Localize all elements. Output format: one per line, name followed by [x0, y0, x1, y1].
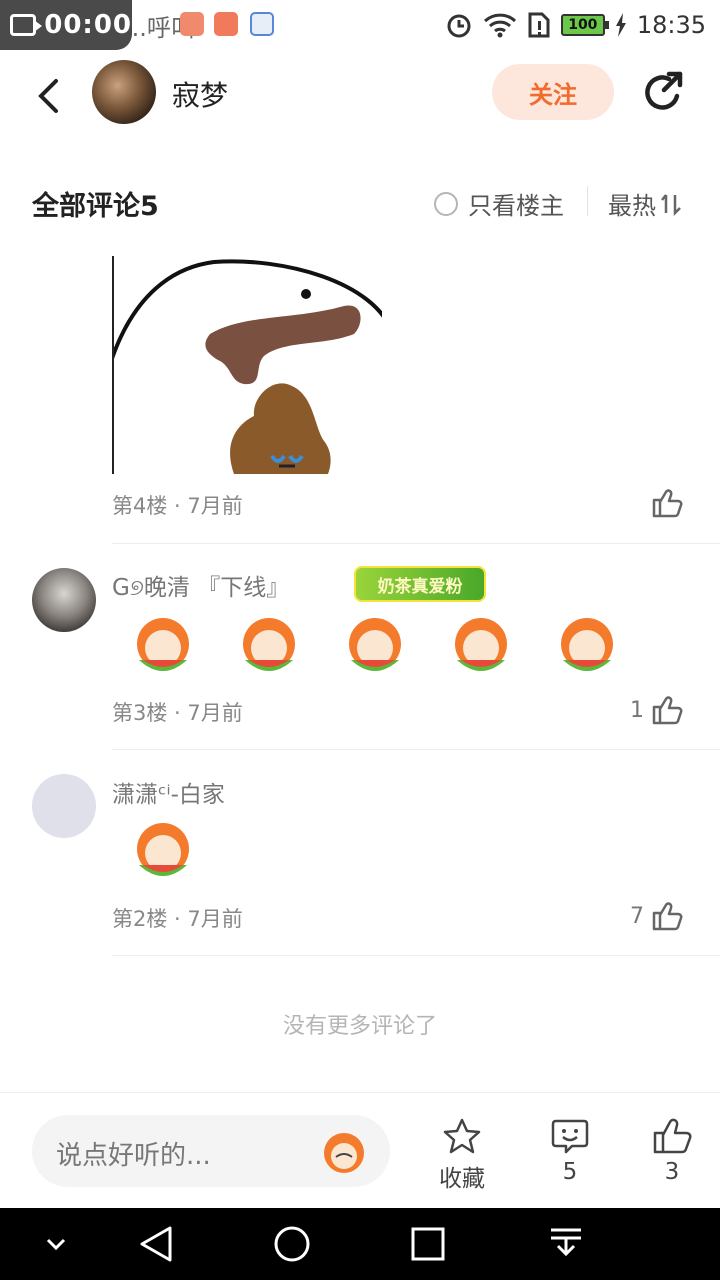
sort-hot-label: 最热	[608, 192, 656, 220]
record-time: 00:00	[44, 10, 132, 40]
status-bar: 飞...呼叫 00:00 100 18:35	[0, 0, 720, 50]
comment-input-placeholder: 说点好听的...	[56, 1141, 211, 1171]
sort-hot-button[interactable]: 最热	[608, 186, 682, 221]
like-count: 3	[664, 1159, 680, 1185]
commenter-avatar[interactable]	[32, 568, 96, 632]
status-right-group: 100 18:35	[445, 8, 706, 42]
like-button[interactable]: 3	[632, 1117, 712, 1185]
mail-notification-icon	[214, 12, 238, 36]
comment-count-button[interactable]: 5	[530, 1117, 610, 1185]
wifi-icon	[483, 13, 516, 38]
charging-icon	[615, 13, 626, 37]
watermelon-cat-emoji	[561, 618, 613, 671]
baidu-notification-icon	[250, 12, 274, 36]
alarm-icon	[447, 14, 471, 38]
sort-arrows-icon	[661, 193, 681, 216]
watermelon-cat-emoji	[349, 618, 401, 671]
battery-indicator: 100	[560, 14, 609, 36]
nav-notifications-icon[interactable]	[546, 1224, 586, 1264]
comment-divider	[112, 543, 720, 544]
nav-recents-icon[interactable]	[408, 1224, 448, 1264]
comment-floor-meta: 第3楼 · 7月前	[112, 701, 243, 725]
comment-count: 5	[562, 1159, 578, 1185]
back-button[interactable]	[28, 72, 68, 120]
author-avatar[interactable]	[92, 60, 156, 124]
commenter-name[interactable]: 潇潇ᶜⁱ-白家	[112, 775, 225, 809]
emoji-picker-icon[interactable]	[316, 1125, 372, 1177]
author-name[interactable]: 寂梦	[172, 74, 228, 114]
comment-floor-meta: 第4楼 · 7月前	[112, 494, 243, 518]
comment-bubble-icon	[551, 1119, 589, 1154]
bottom-bar: 说点好听的... 收藏 5 3	[0, 1092, 720, 1208]
share-icon[interactable]	[640, 70, 686, 116]
screen-record-indicator[interactable]: 00:00	[0, 0, 132, 50]
system-nav-bar	[0, 1208, 720, 1280]
owner-only-label: 只看楼主	[468, 192, 564, 220]
watermelon-cat-emoji	[243, 618, 295, 671]
no-more-comments: 没有更多评论了	[282, 1014, 437, 1039]
clock: 18:35	[636, 11, 706, 39]
favorite-button[interactable]: 收藏	[422, 1117, 502, 1193]
star-icon	[443, 1118, 481, 1154]
nav-back-icon[interactable]	[136, 1224, 176, 1264]
favorite-label: 收藏	[439, 1166, 485, 1192]
sim-icon	[528, 12, 550, 38]
watermelon-cat-emoji	[137, 618, 189, 671]
comment-like-count: 1	[630, 697, 644, 723]
comment-like-count: 7	[630, 903, 644, 929]
comment-like-button[interactable]	[652, 488, 684, 518]
app-notification-icon	[180, 12, 204, 36]
comment-like-button[interactable]: 1	[630, 695, 684, 725]
comment-sticker-image[interactable]	[112, 256, 382, 474]
thumbs-up-icon	[652, 489, 683, 518]
emoji-row	[124, 815, 202, 885]
thumbs-up-icon	[652, 902, 683, 931]
nav-collapse-icon[interactable]	[42, 1224, 70, 1264]
back-arrow-icon	[38, 79, 58, 113]
header: 寂梦 关注	[0, 50, 720, 140]
owner-only-radio[interactable]	[434, 191, 458, 216]
duck-poop-sticker	[114, 256, 382, 474]
comment-divider	[112, 749, 720, 750]
comments-header: 全部评论5 只看楼主 最热	[0, 170, 720, 234]
comment-like-button[interactable]: 7	[630, 901, 684, 931]
emoji-row	[124, 610, 626, 680]
comments-title: 全部评论5	[32, 191, 159, 222]
owner-only-toggle[interactable]: 只看楼主	[434, 186, 564, 221]
thumbs-up-icon	[652, 696, 683, 725]
fan-badge: 奶茶真爱粉	[354, 566, 486, 602]
thumbs-up-icon	[653, 1118, 692, 1154]
sort-divider	[587, 186, 588, 216]
comment-input[interactable]: 说点好听的...	[32, 1115, 390, 1187]
comment-divider	[112, 955, 720, 956]
nav-home-icon[interactable]	[272, 1224, 312, 1264]
watermelon-cat-emoji	[137, 823, 189, 876]
commenter-avatar[interactable]	[32, 774, 96, 838]
comment-floor-meta: 第2楼 · 7月前	[112, 907, 243, 931]
watermelon-cat-emoji	[455, 618, 507, 671]
follow-button[interactable]: 关注	[492, 64, 614, 120]
commenter-name[interactable]: G୭晚清 『下线』	[112, 568, 289, 602]
camera-icon	[10, 14, 43, 36]
